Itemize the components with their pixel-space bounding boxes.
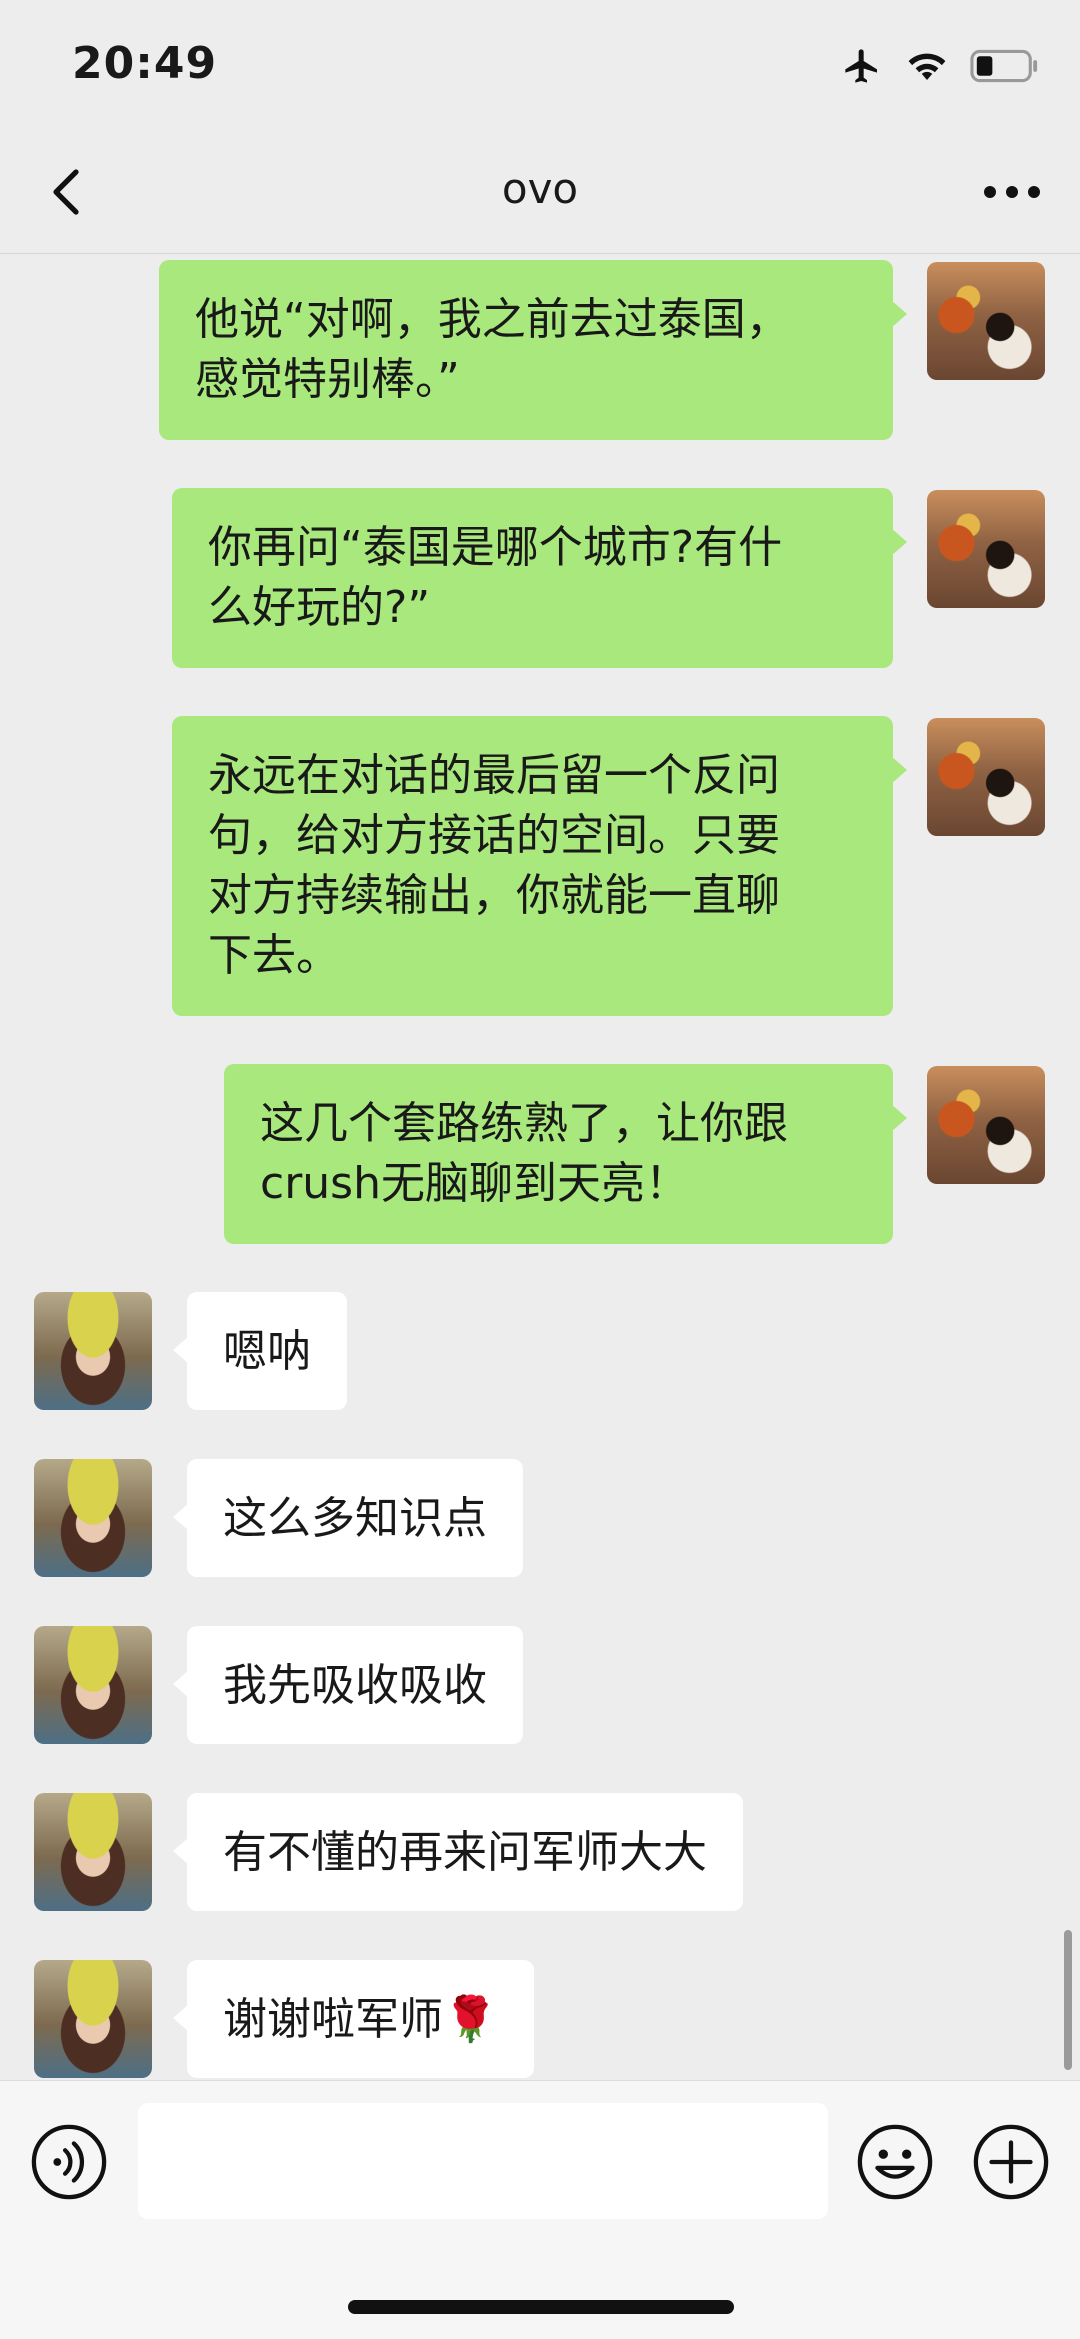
message-input[interactable] — [138, 2103, 828, 2219]
message-bubble[interactable]: 谢谢啦军师🌹 — [173, 1960, 534, 2078]
contact-avatar[interactable] — [34, 1960, 152, 2078]
chat-scrollbar[interactable] — [1064, 1930, 1072, 2070]
message-bubble[interactable]: 嗯呐 — [173, 1292, 347, 1410]
wifi-icon — [908, 53, 946, 80]
message-bubble[interactable]: 我先吸收吸收 — [173, 1626, 523, 1744]
status-bar: 20:49 — [0, 0, 1080, 130]
contact-avatar[interactable] — [34, 1793, 152, 1911]
status-time: 20:49 — [72, 38, 218, 89]
contact-avatar[interactable] — [34, 1626, 152, 1744]
my-avatar[interactable] — [927, 262, 1045, 380]
my-avatar[interactable] — [927, 1066, 1045, 1184]
contact-avatar[interactable] — [34, 1292, 152, 1410]
status-icons — [840, 44, 1040, 88]
airplane-icon — [845, 49, 877, 83]
message-bubble[interactable]: 他说“对啊，我之前去过泰国， 感觉特别棒。” — [159, 260, 907, 440]
voice-icon[interactable] — [30, 2123, 108, 2201]
plus-icon[interactable] — [972, 2123, 1050, 2201]
message-list[interactable]: 他说“对啊，我之前去过泰国， 感觉特别棒。” 你再问“泰国是哪个城市?有什 么好… — [0, 254, 1080, 2080]
emoji-icon[interactable] — [856, 2123, 934, 2201]
message-bubble[interactable]: 永远在对话的最后留一个反问 句，给对方接话的空间。只要 对方持续输出，你就能一直… — [172, 716, 907, 1016]
more-dots-icon[interactable] — [980, 170, 1044, 214]
chat-title: ovo — [501, 164, 579, 213]
message-bubble[interactable]: 有不懂的再来问军师大大 — [173, 1793, 743, 1911]
message-bubble[interactable]: 这几个套路练熟了，让你跟 crush无脑聊到天亮！ — [224, 1064, 907, 1244]
contact-avatar[interactable] — [34, 1459, 152, 1577]
battery-icon — [970, 49, 1038, 83]
my-avatar[interactable] — [927, 490, 1045, 608]
message-bubble[interactable]: 这么多知识点 — [173, 1459, 523, 1577]
my-avatar[interactable] — [927, 718, 1045, 836]
message-bubble[interactable]: 你再问“泰国是哪个城市?有什 么好玩的?” — [172, 488, 907, 668]
home-indicator[interactable] — [348, 2300, 734, 2314]
chat-header: ovo — [0, 130, 1080, 254]
